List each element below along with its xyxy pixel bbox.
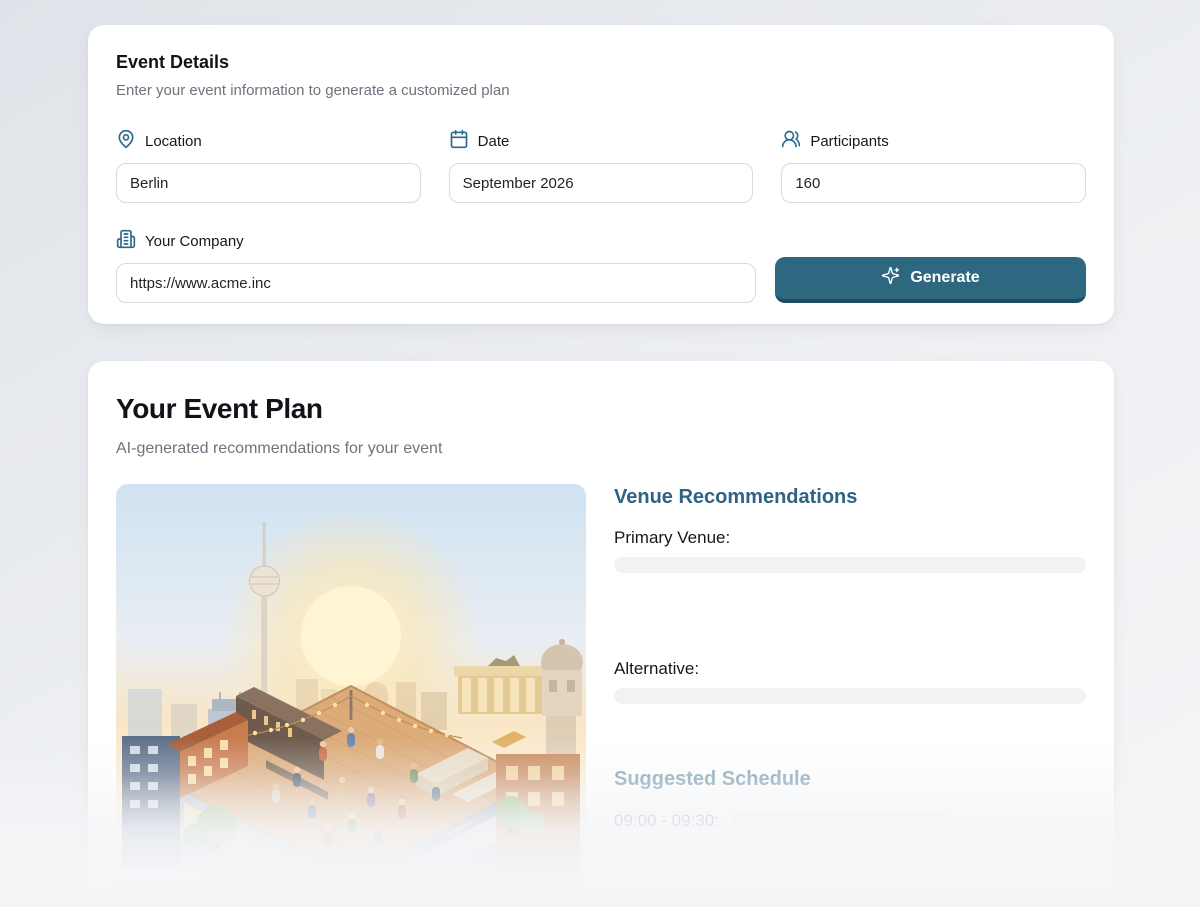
company-and-generate-row: Your Company Generate xyxy=(116,229,1086,303)
company-input[interactable] xyxy=(116,263,756,303)
venue-recommendations-heading: Venue Recommendations xyxy=(614,486,1086,509)
primary-venue-label: Primary Venue: xyxy=(614,528,1086,548)
company-field-group: Your Company xyxy=(116,229,756,303)
alternative-venue-label: Alternative: xyxy=(614,659,1086,679)
sparkles-icon xyxy=(881,266,900,290)
users-icon xyxy=(781,129,801,153)
participants-label: Participants xyxy=(781,129,1086,153)
calendar-icon xyxy=(449,129,469,153)
page-background: Event Details Enter your event informati… xyxy=(0,0,1200,907)
primary-venue-skeleton xyxy=(614,557,1086,573)
event-plan-card: Your Event Plan AI-generated recommendat… xyxy=(88,361,1114,907)
dome-building xyxy=(541,639,583,716)
event-illustration xyxy=(116,484,586,894)
rooftop-party-scene xyxy=(116,484,586,894)
location-input[interactable] xyxy=(116,163,421,203)
building-icon xyxy=(116,229,136,253)
date-input[interactable] xyxy=(449,163,754,203)
alternative-venue-skeleton xyxy=(614,688,1086,704)
schedule-slot-skeleton xyxy=(731,813,951,829)
participants-input[interactable] xyxy=(781,163,1086,203)
event-plan-subtitle: AI-generated recommendations for your ev… xyxy=(116,440,1086,458)
participants-label-text: Participants xyxy=(810,133,888,150)
date-field-group: Date xyxy=(449,129,754,203)
schedule-slot-time: 09:00 - 09:30: xyxy=(614,811,719,831)
generate-button-label: Generate xyxy=(910,269,979,287)
event-fields-row: Location Date Participants xyxy=(116,129,1086,203)
event-details-card: Event Details Enter your event informati… xyxy=(88,25,1114,324)
event-details-title: Event Details xyxy=(116,52,1086,73)
event-plan-title: Your Event Plan xyxy=(116,393,1086,425)
date-label-text: Date xyxy=(478,133,510,150)
participants-field-group: Participants xyxy=(781,129,1086,203)
event-details-subtitle: Enter your event information to generate… xyxy=(116,82,1086,99)
company-label: Your Company xyxy=(116,229,756,253)
map-pin-icon xyxy=(116,129,136,153)
company-label-text: Your Company xyxy=(145,233,244,250)
date-label: Date xyxy=(449,129,754,153)
suggested-schedule-heading: Suggested Schedule xyxy=(614,768,1086,791)
event-plan-content: Venue Recommendations Primary Venue: Alt… xyxy=(116,484,1086,894)
location-label-text: Location xyxy=(145,133,202,150)
location-label: Location xyxy=(116,129,421,153)
plan-results-column: Venue Recommendations Primary Venue: Alt… xyxy=(614,484,1086,894)
generate-button[interactable]: Generate xyxy=(775,257,1086,303)
schedule-slot-row: 09:00 - 09:30: xyxy=(614,811,1086,831)
location-field-group: Location xyxy=(116,129,421,203)
